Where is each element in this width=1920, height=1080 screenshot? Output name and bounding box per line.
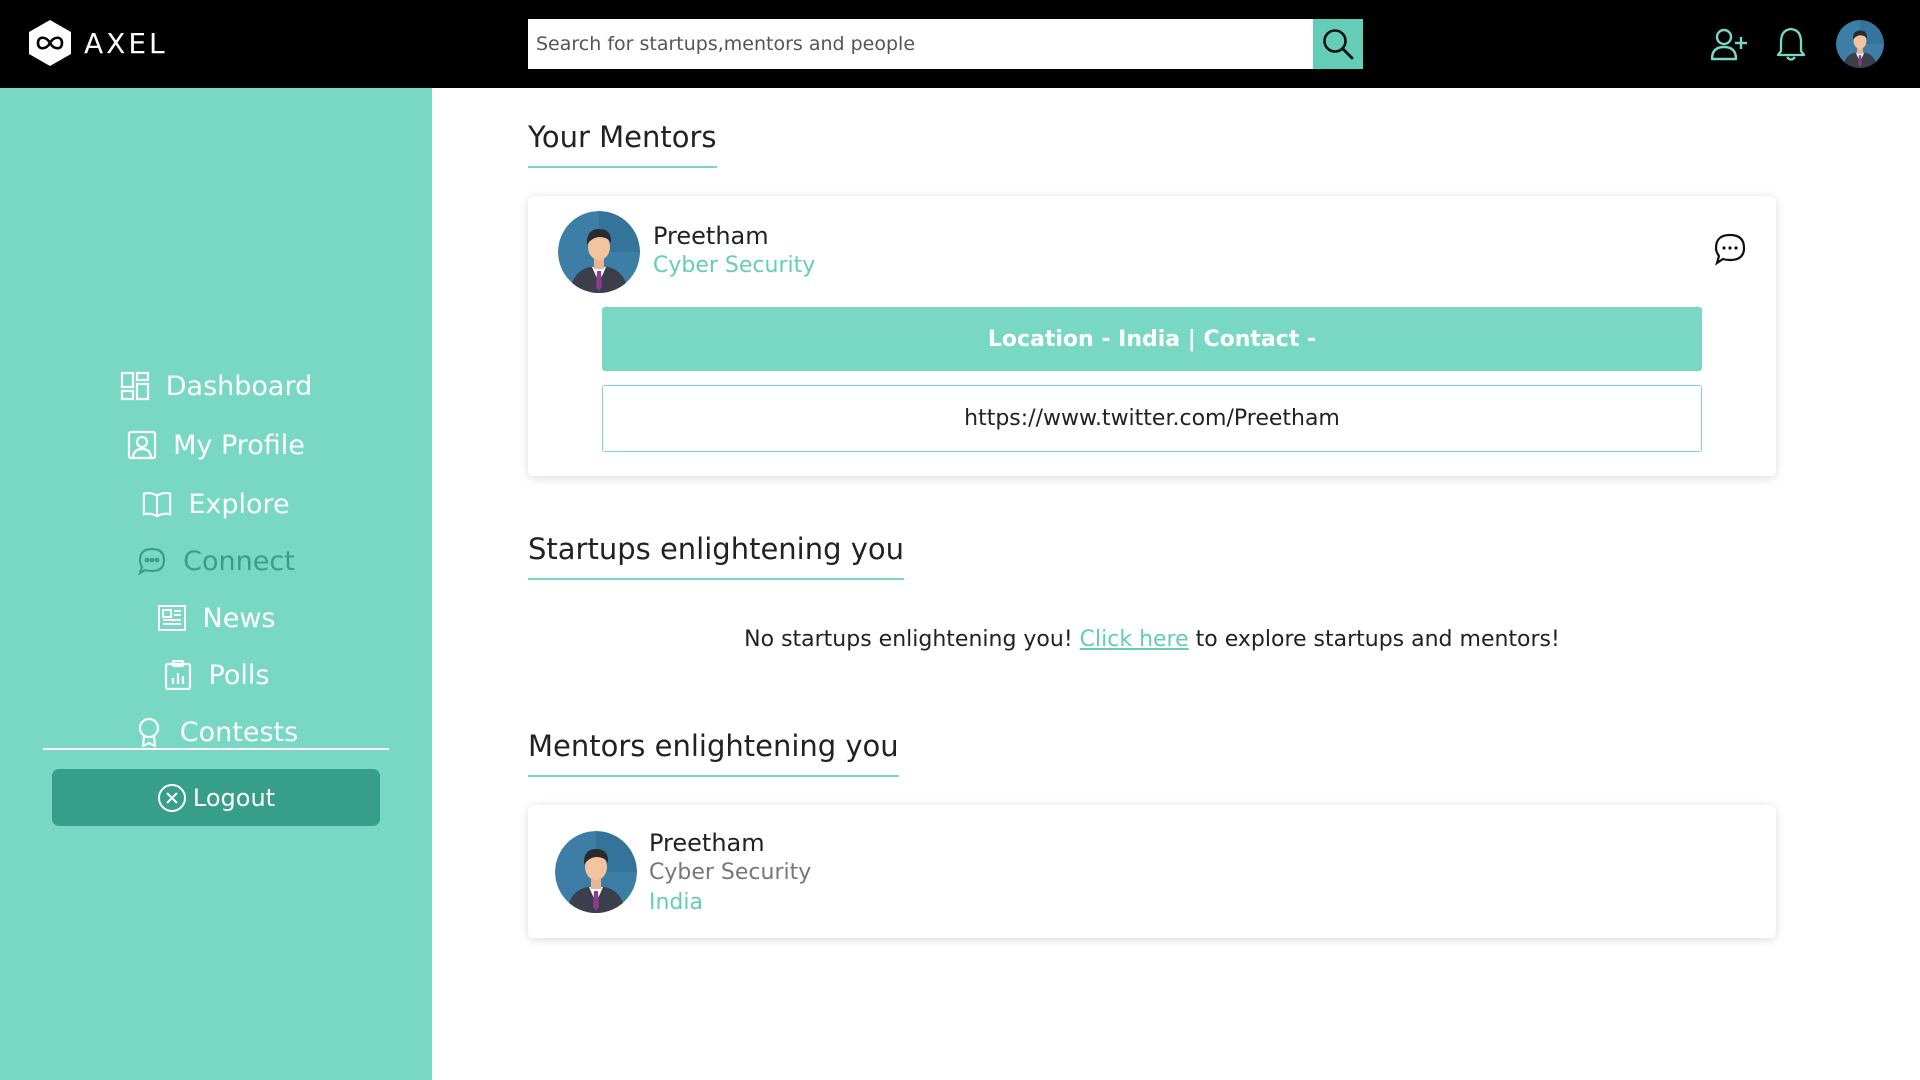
notifications-button[interactable] (1774, 22, 1808, 66)
startups-title: Startups enlightening you (528, 532, 905, 580)
newspaper-icon (157, 603, 187, 633)
brand[interactable]: AXEL (28, 19, 168, 67)
search-icon (1323, 29, 1354, 60)
poll-icon (163, 660, 193, 690)
search-bar (528, 19, 1363, 69)
mentor-name[interactable]: Preetham (653, 222, 769, 250)
infinity-hexagon-icon (29, 20, 71, 66)
mentor-avatar[interactable] (558, 211, 640, 293)
mentor-name[interactable]: Preetham (649, 829, 765, 857)
logout-button[interactable]: Logout (52, 769, 380, 826)
sidebar-item-label: Connect (183, 545, 295, 577)
mentors-enlightening-title: Mentors enlightening you (528, 729, 899, 777)
your-mentors-title: Your Mentors (528, 120, 717, 168)
mentor-avatar[interactable] (555, 831, 637, 913)
startups-empty-message: No startups enlightening you! Click here… (528, 627, 1776, 652)
sidebar-item-news[interactable]: News (0, 596, 432, 640)
award-icon (134, 717, 164, 747)
mentor-field: Cyber Security (653, 253, 816, 278)
sidebar-item-label: Dashboard (165, 370, 313, 402)
user-avatar[interactable] (1836, 20, 1884, 68)
bell-icon (1776, 27, 1806, 61)
sidebar-item-explore[interactable]: Explore (0, 482, 432, 526)
mentor-field: Cyber Security (649, 860, 812, 885)
mentor-location-contact: Location - India | Contact - (602, 307, 1702, 371)
empty-suffix: to explore startups and mentors! (1195, 627, 1560, 652)
brand-name: AXEL (84, 26, 168, 60)
mentor-twitter-link[interactable]: https://www.twitter.com/Preetham (602, 385, 1702, 452)
chat-icon (137, 546, 167, 576)
dashboard-icon (120, 371, 150, 401)
search-input[interactable] (528, 19, 1313, 69)
sidebar-item-label: Explore (188, 488, 290, 520)
sidebar-item-polls[interactable]: Polls (0, 653, 432, 697)
close-circle-icon (157, 783, 186, 812)
explore-link[interactable]: Click here (1080, 627, 1189, 652)
empty-prefix: No startups enlightening you! (744, 627, 1073, 652)
sidebar-item-label: My Profile (173, 429, 305, 461)
mentor-enlightening-card: Preetham Cyber Security India (528, 805, 1776, 938)
profile-icon (127, 430, 157, 460)
sidebar-item-connect[interactable]: Connect (0, 539, 432, 583)
mentor-location: India (649, 890, 703, 915)
logout-label: Logout (192, 783, 276, 812)
sidebar-item-dashboard[interactable]: Dashboard (0, 364, 432, 408)
search-button[interactable] (1313, 19, 1363, 69)
add-user-button[interactable] (1709, 22, 1749, 66)
sidebar-divider (43, 748, 389, 750)
chat-bubble-icon[interactable] (1713, 232, 1747, 266)
avatar-image (1836, 20, 1884, 68)
sidebar-item-label: Polls (208, 659, 270, 691)
add-user-icon (1710, 28, 1747, 61)
sidebar: Dashboard My Profile Explore Connect New… (0, 88, 432, 1080)
your-mentor-card: Preetham Cyber Security Location - India… (528, 196, 1776, 476)
sidebar-item-my-profile[interactable]: My Profile (0, 423, 432, 467)
sidebar-item-label: Contests (179, 716, 299, 748)
sidebar-item-label: News (202, 602, 276, 634)
top-bar: AXEL (0, 0, 1920, 88)
book-icon (142, 489, 172, 519)
